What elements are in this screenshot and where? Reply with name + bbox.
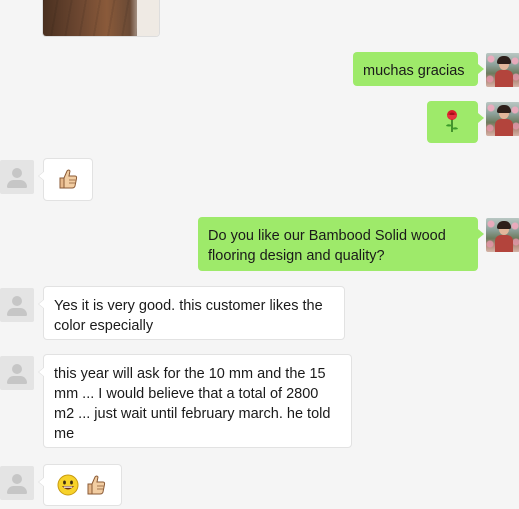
rose-icon [446, 110, 458, 132]
message-bubble-incoming[interactable]: Yes it is very good. this customer likes… [38, 286, 345, 340]
message-text: muchas gracias [363, 63, 465, 79]
message-bubble-outgoing[interactable]: Do you like our Bambood Solid wood floor… [198, 217, 484, 271]
message-bubble-incoming[interactable] [38, 464, 122, 506]
message-bubble-outgoing[interactable]: muchas gracias [353, 52, 484, 86]
message-text: this year will ask for the 10 mm and the… [54, 366, 331, 442]
avatar[interactable] [0, 160, 34, 194]
thumbs-up-icon [59, 169, 78, 189]
message-bubble-incoming[interactable] [38, 158, 93, 201]
thumbs-up-icon [87, 475, 106, 495]
chat-window: muchas gracias Do you like our Bambood S… [0, 0, 519, 509]
avatar[interactable] [0, 466, 34, 500]
message-bubble-incoming[interactable]: this year will ask for the 10 mm and the… [38, 354, 352, 448]
message-bubble-outgoing[interactable] [427, 101, 484, 143]
message-text: Do you like our Bambood Solid wood floor… [208, 228, 446, 264]
avatar[interactable] [486, 102, 519, 136]
smiley-icon [57, 474, 79, 496]
avatar[interactable] [486, 53, 519, 87]
avatar[interactable] [0, 288, 34, 322]
avatar[interactable] [486, 218, 519, 252]
avatar[interactable] [0, 356, 34, 390]
message-text: Yes it is very good. this customer likes… [54, 298, 323, 334]
image-message[interactable] [43, 0, 159, 36]
